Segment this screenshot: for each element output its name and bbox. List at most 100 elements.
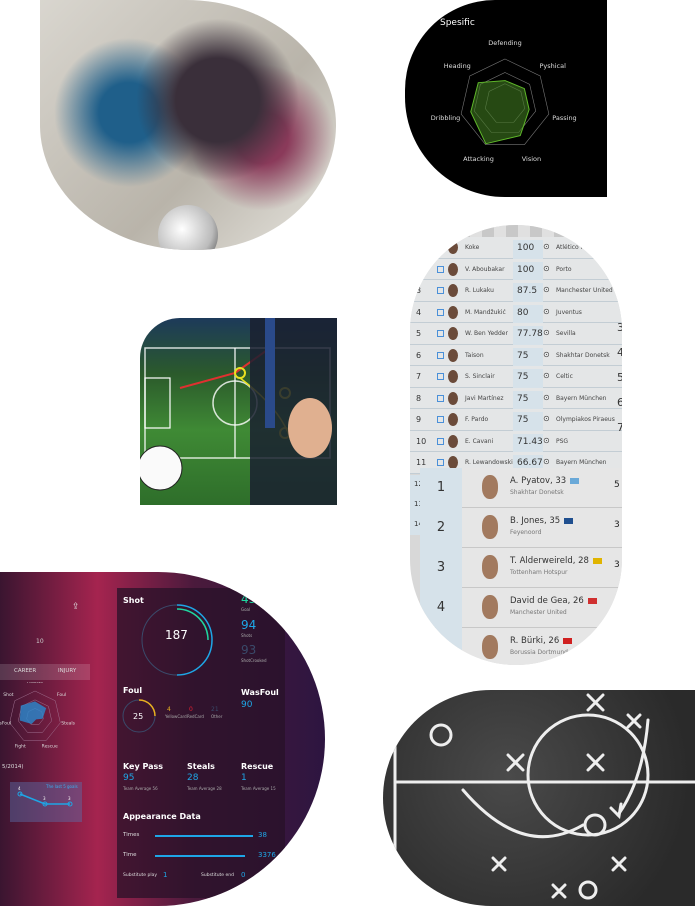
player-name[interactable]: R. Lukaku <box>465 287 494 294</box>
keeper-row[interactable]: 5 R. Bürki, 26 Borussia Dortmund <box>420 628 622 665</box>
radar-chart-card: Spesific Defending Pyshical Passing Vision A… <box>405 0 607 197</box>
table-row[interactable]: Koke 100 ⊙ Atlético Madrid <box>410 237 622 260</box>
target-icon[interactable]: ⊙ <box>543 350 550 359</box>
row-checkbox[interactable] <box>437 287 444 294</box>
target-icon[interactable]: ⊙ <box>543 242 550 251</box>
row-checkbox[interactable] <box>437 330 444 337</box>
tactics-board-photo <box>140 318 337 505</box>
table-row[interactable]: 7 S. Sinclair 75 ⊙ Celtic <box>410 366 622 389</box>
player-name[interactable]: M. Mandžukić <box>465 309 506 316</box>
row-checkbox[interactable] <box>437 308 444 316</box>
mini-radar-label: Fight <box>15 744 26 750</box>
player-name[interactable]: F. Pardo <box>465 416 488 423</box>
target-icon[interactable]: ⊙ <box>543 436 550 445</box>
player-avatar <box>448 241 458 254</box>
target-icon[interactable]: ⊙ <box>543 371 550 380</box>
radar-axis-label: Dribbling <box>430 113 461 122</box>
radar-axis-label: Passing <box>552 113 577 122</box>
mini-radar-label: Foul <box>57 692 66 698</box>
club-name: Olympiakos Piraeus <box>556 416 615 423</box>
player-avatar <box>482 475 498 499</box>
steals-value: 28 <box>187 773 199 783</box>
yellow-label: YellowCard <box>165 714 187 719</box>
table-row[interactable]: 5 W. Ben Yedder 77.78 ⊙ Sevilla <box>410 323 622 346</box>
table-row[interactable]: 8 Javi Martínez 75 ⊙ Bayern München <box>410 387 622 411</box>
player-name[interactable]: E. Cavani <box>465 438 493 445</box>
rank: 4 <box>416 307 422 317</box>
club-name: Porto <box>556 265 572 273</box>
player-name[interactable]: R. Bürki, 26 <box>510 636 559 646</box>
mini-radar-label: WasFoul <box>0 721 11 727</box>
player-name[interactable]: W. Ben Yedder <box>465 330 508 337</box>
target-icon[interactable]: ⊙ <box>543 328 550 337</box>
times-bar <box>155 835 253 837</box>
keeper-row[interactable]: 1 A. Pyatov, 33 Shakhtar Donetsk 5 <box>420 468 622 508</box>
sub-play-label: Substitute play <box>123 873 158 878</box>
player-name[interactable]: V. Aboubakar <box>465 266 505 273</box>
table-row[interactable]: 4 M. Mandžukić 80 ⊙ Juventus <box>410 301 622 325</box>
player-name[interactable]: Taison <box>465 352 484 359</box>
club-name: Bayern München <box>556 459 607 466</box>
rating-value: 80 <box>513 304 543 325</box>
rank: 6 <box>416 350 422 360</box>
row-checkbox[interactable] <box>437 351 444 359</box>
player-avatar <box>448 370 458 383</box>
shots-value: 94 <box>241 618 257 632</box>
table-row[interactable]: 6 Taison 75 ⊙ Shakhtar Donetsk <box>410 344 622 368</box>
steals-title: Steals <box>187 762 215 771</box>
keeper-row[interactable]: 3 T. Alderweireld, 28 Tottenham Hotspur 3 <box>420 548 622 588</box>
share-icon[interactable]: ⇪ <box>72 602 80 612</box>
wasfoul-title: WasFoul <box>241 688 279 697</box>
tab-career[interactable]: CAREER <box>14 668 36 674</box>
club-name: PSG <box>556 437 569 445</box>
radar-chart <box>460 58 550 145</box>
row-checkbox[interactable] <box>437 394 444 402</box>
rating-value: 75 <box>513 347 543 368</box>
keeper-row[interactable]: 4 David de Gea, 26 Manchester United <box>420 588 622 628</box>
flag-icon <box>587 597 597 604</box>
row-checkbox[interactable] <box>437 459 444 466</box>
rank: 7 <box>416 372 422 381</box>
target-icon[interactable]: ⊙ <box>543 285 550 294</box>
side-number: 5 <box>617 371 622 384</box>
rating-value: 75 <box>513 390 543 411</box>
rank: 8 <box>416 393 422 403</box>
radar-axis-label: Attacking <box>463 154 494 163</box>
stats-panel: Shot 187 43 Goal 94 Shots 93 ShotCrooked… <box>117 588 285 898</box>
target-icon[interactable]: ⊙ <box>543 393 550 402</box>
rating-value: 75 <box>513 369 543 389</box>
table-row[interactable]: 9 F. Pardo 75 ⊙ Olympiakos Piraeus <box>410 409 622 432</box>
tab-injury[interactable]: INJURY <box>58 668 76 674</box>
row-checkbox[interactable] <box>437 373 444 380</box>
player-name[interactable]: David de Gea, 26 <box>510 596 584 606</box>
player-name[interactable]: A. Pyatov, 33 <box>510 476 566 486</box>
table-row[interactable]: 10 E. Cavani 71.43 ⊙ PSG <box>410 430 622 454</box>
target-icon[interactable]: ⊙ <box>543 264 550 273</box>
club-name: Shakhtar Donetsk <box>510 489 564 496</box>
player-avatar <box>448 327 458 340</box>
row-checkbox[interactable] <box>437 265 444 273</box>
player-name[interactable]: S. Sinclair <box>465 373 495 380</box>
row-checkbox[interactable] <box>437 437 444 445</box>
side-number: 4 <box>617 346 622 359</box>
target-icon[interactable]: ⊙ <box>543 457 550 466</box>
target-icon[interactable]: ⊙ <box>543 307 550 316</box>
club-name: Manchester United <box>556 287 613 294</box>
keeper-row[interactable]: 2 B. Jones, 35 Feyenoord 3 <box>420 508 622 548</box>
player-name[interactable]: R. Lewandowski <box>465 459 513 466</box>
mini-radar-label: Steals <box>61 721 75 727</box>
row-checkbox[interactable] <box>437 416 444 423</box>
player-name[interactable]: Javi Martínez <box>465 395 504 402</box>
row-checkbox[interactable] <box>437 244 444 251</box>
player-avatar <box>448 284 458 297</box>
table-row[interactable]: 3 R. Lukaku 87.5 ⊙ Manchester United <box>410 280 622 303</box>
chart-value: 3 <box>43 796 46 801</box>
rank: 2 <box>416 264 422 274</box>
player-ranking-table: Koke 100 ⊙ Atlético Madrid 2 V. Aboubakar 100 ⊙… <box>410 225 622 665</box>
club-name: Feyenoord <box>510 529 542 536</box>
player-name[interactable]: T. Alderweireld, 28 <box>510 556 589 566</box>
target-icon[interactable]: ⊙ <box>543 414 550 423</box>
player-name[interactable]: Koke <box>465 244 479 251</box>
table-row[interactable]: 2 V. Aboubakar 100 ⊙ Porto <box>410 258 622 282</box>
player-name[interactable]: B. Jones, 35 <box>510 516 560 526</box>
